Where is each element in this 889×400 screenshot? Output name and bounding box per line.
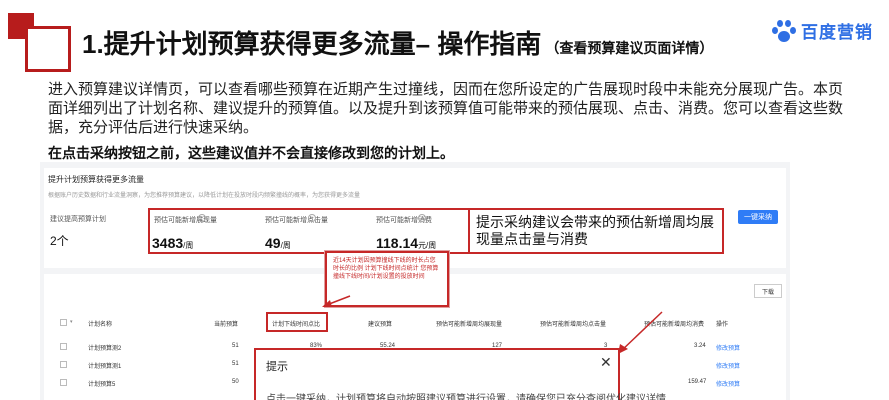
annotation-arrows bbox=[322, 295, 663, 354]
dialog-arrow-line bbox=[619, 311, 663, 353]
tooltip-arrow-head bbox=[322, 300, 332, 307]
